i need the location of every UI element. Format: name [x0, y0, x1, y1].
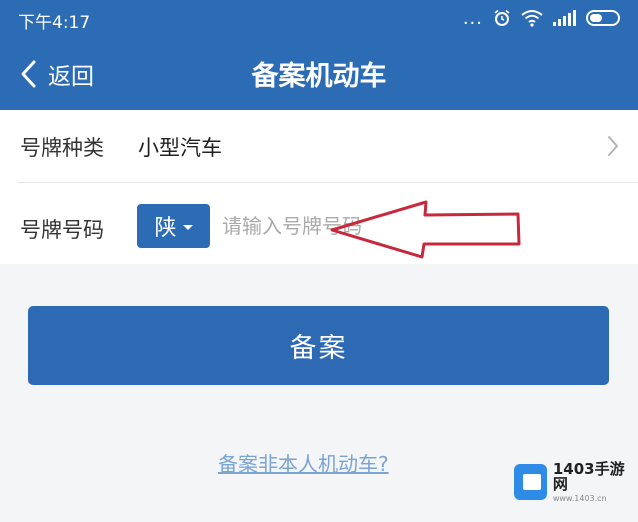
- register-other-vehicle-link[interactable]: 备案非本人机动车?: [218, 448, 389, 477]
- signal-icon: [553, 10, 576, 26]
- watermark-subtitle: www.1403.cn: [552, 493, 607, 503]
- status-icons: ...: [463, 6, 620, 30]
- status-time: 下午4:17: [18, 13, 91, 33]
- plate-type-label: 号牌种类: [20, 136, 104, 160]
- watermark: 1403手游网 www.1403.cn: [514, 459, 632, 503]
- plate-number-input[interactable]: [222, 206, 522, 246]
- wifi-icon: [521, 10, 543, 27]
- status-bar: 下午4:17 ...: [0, 0, 638, 36]
- alarm-icon: [494, 9, 510, 26]
- nav-bar: 返回 备案机动车: [0, 44, 638, 104]
- page-title: 备案机动车: [251, 61, 387, 92]
- province-select[interactable]: 陕: [137, 204, 210, 248]
- caret-down-icon: [182, 224, 193, 230]
- plate-number-label: 号牌号码: [20, 218, 104, 242]
- province-value: 陕: [154, 216, 177, 241]
- submit-button[interactable]: 备案: [28, 306, 609, 385]
- watermark-logo-icon: [514, 464, 547, 500]
- watermark-text: 1403手游网 www.1403.cn: [552, 459, 632, 503]
- plate-type-row[interactable]: 号牌种类 小型汽车: [0, 110, 638, 183]
- plate-number-row: 号牌号码 陕: [0, 192, 638, 264]
- plate-type-value: 小型汽车: [138, 136, 222, 160]
- chevron-right-icon: [608, 136, 618, 156]
- more-dots: ...: [462, 7, 483, 29]
- watermark-title: 1403手游网: [552, 459, 625, 493]
- row-divider: [18, 182, 638, 183]
- vehicle-form: 号牌种类 小型汽车 号牌号码 陕: [0, 110, 638, 264]
- battery-icon: [586, 10, 620, 26]
- app-header: 下午4:17 ... 返回 备案机动车: [0, 0, 638, 110]
